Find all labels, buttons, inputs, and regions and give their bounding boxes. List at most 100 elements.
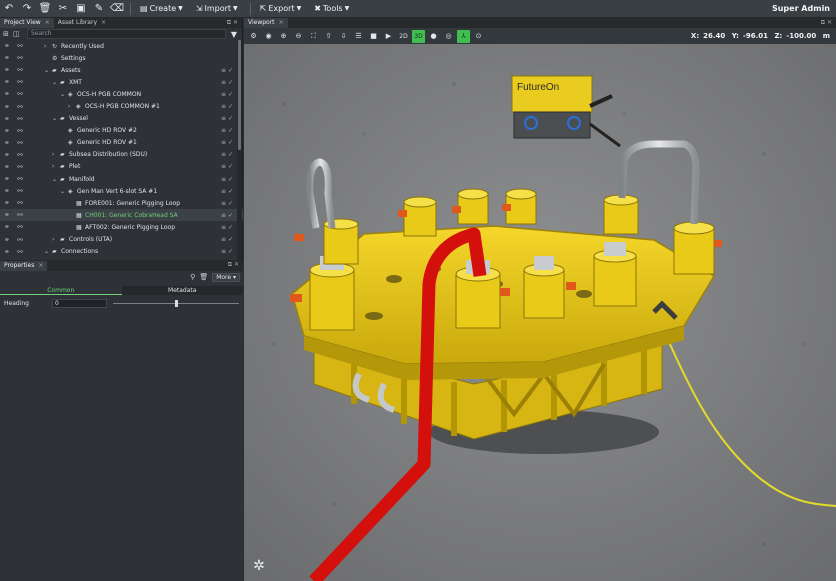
expand-icon[interactable]: ⌄ [44,67,52,74]
download-icon[interactable]: ⇩ [337,30,350,43]
visibility-icon[interactable]: ⚯ [17,248,25,256]
expand-icon[interactable]: › [68,103,76,110]
record-icon[interactable]: ⊙ [472,30,485,43]
tree-item[interactable]: ⚭ ⚯ ◈ Generic HD ROV #1 ≡ ✓ [0,137,243,149]
visibility-icon[interactable]: ⚯ [17,115,25,123]
visibility-icon[interactable]: ⚯ [17,211,25,219]
lock-icon[interactable]: ⚭ [4,199,12,207]
tree-item[interactable]: ⚭ ⚯ ⌄ ▰ Vessel ≡ ✓ [0,113,243,125]
item-flags-icon[interactable]: ≡ ✓ [221,236,233,243]
visibility-icon[interactable]: ⚯ [17,90,25,98]
tree-item[interactable]: ⚭ ⚯ ◈ Generic HD ROV #2 ≡ ✓ [0,125,243,137]
sun-icon[interactable]: ● [427,30,440,43]
tree-item[interactable]: ⚭ ⚯ ▦ CH001: Generic CobraHead SA ≡ ✓ [0,209,243,222]
mode-3d-button[interactable]: 3D [412,29,425,43]
expand-icon[interactable]: ⌄ [52,176,60,183]
tab-common[interactable]: Common [0,286,122,295]
pencil-icon[interactable]: ✎ [90,0,108,18]
close-icon[interactable]: × [279,18,284,28]
panel-window-buttons[interactable]: ⧉ ✕ [821,18,832,28]
tree-scrollbar[interactable] [237,40,242,262]
settings-icon[interactable]: ⚙ [247,30,260,43]
lock-icon[interactable]: ⚭ [4,90,12,98]
cut-icon[interactable]: ✂ [54,0,72,18]
tree-item[interactable]: ⚭ ⚯ › ▰ Controls (UTA) ≡ ✓ [0,234,243,246]
import-menu[interactable]: ⇲ Import ▼ [191,2,243,16]
camera-icon[interactable]: ◫ [13,30,23,38]
3d-scene[interactable]: FutureOn ✲ [244,44,836,581]
expand-icon[interactable]: ⌄ [52,79,60,86]
mode-2d-button[interactable]: 2D [397,30,410,43]
zoom-out-icon[interactable]: ⊖ [292,30,305,43]
visibility-icon[interactable]: ⚯ [17,139,25,147]
item-flags-icon[interactable]: ≡ ✓ [221,103,233,110]
item-flags-icon[interactable]: ≡ ✓ [221,212,233,219]
expand-icon[interactable]: › [52,236,60,243]
item-flags-icon[interactable]: ≡ ✓ [221,79,233,86]
tree-item[interactable]: ⚭ ⚯ ⚙ Settings [0,52,243,64]
measure-icon[interactable]: ⅄ [457,29,470,43]
visibility-icon[interactable]: ⚯ [17,127,25,135]
lock-icon[interactable]: ⚭ [4,223,12,231]
tree-item[interactable]: ⚭ ⚯ ▦ FORE001: Generic Pigging Loop ≡ ✓ [0,197,243,209]
expand-icon[interactable]: ⌄ [52,115,60,122]
visibility-icon[interactable]: ⚯ [17,175,25,183]
expand-icon[interactable]: › [52,163,60,170]
lock-icon[interactable]: ⚭ [4,78,12,86]
tree-item[interactable]: ⚭ ⚯ ⌄ ▰ Connections ≡ ✓ [0,246,243,258]
tree-item[interactable]: ⚭ ⚯ › ▰ Plet ≡ ✓ [0,161,243,173]
lock-icon[interactable]: ⚭ [4,151,12,159]
item-flags-icon[interactable]: ≡ ✓ [221,151,233,158]
lock-icon[interactable]: ⚭ [4,66,12,74]
item-flags-icon[interactable]: ≡ ✓ [221,115,233,122]
search-input[interactable]: Search [27,29,226,39]
lock-icon[interactable]: ⚭ [4,236,12,244]
visibility-icon[interactable]: ⚯ [17,199,25,207]
redo-icon[interactable]: ↷ [18,0,36,18]
user-menu[interactable]: Super Admin [772,0,830,18]
tools-menu[interactable]: ✖ Tools ▼ [309,2,354,16]
play-icon[interactable]: ▶ [382,30,395,43]
close-icon[interactable]: × [101,18,106,28]
upload-icon[interactable]: ⇧ [322,30,335,43]
heading-slider[interactable] [113,299,239,308]
compass-icon[interactable]: ✲ [250,557,268,575]
scene-canvas[interactable]: FutureOn [244,44,836,581]
item-flags-icon[interactable]: ≡ ✓ [221,91,233,98]
tab-viewport[interactable]: Viewport × [244,18,288,28]
item-flags-icon[interactable]: ≡ ✓ [221,224,233,231]
tree-item[interactable]: ⚭ ⚯ ⌄ ◈ OCS-H PGB COMMON ≡ ✓ [0,88,243,100]
lock-icon[interactable]: ⚭ [4,127,12,135]
item-flags-icon[interactable]: ≡ ✓ [221,127,233,134]
delete-icon[interactable]: 🗑 [36,0,54,18]
expand-icon[interactable]: › [52,151,60,158]
expand-icon[interactable]: ⌄ [44,248,52,255]
lock-icon[interactable]: ⚭ [4,115,12,123]
light-icon[interactable]: ◎ [442,30,455,43]
lock-icon[interactable]: ⚭ [4,163,12,171]
tab-properties[interactable]: Properties × [0,261,48,271]
lock-icon[interactable]: ⚭ [4,103,12,111]
close-icon[interactable]: × [45,18,50,28]
visibility-icon[interactable]: ⚯ [17,163,25,171]
pin-icon[interactable]: ⚲ [190,273,195,281]
zoom-in-icon[interactable]: ⊕ [277,30,290,43]
lock-icon[interactable]: ⚭ [4,248,12,256]
tree-item[interactable]: ⚭ ⚯ › ▰ Subsea Distribution (SDU) ≡ ✓ [0,149,243,161]
undo-icon[interactable]: ↶ [0,0,18,18]
lock-icon[interactable]: ⚭ [4,187,12,195]
heading-input[interactable]: 0 [52,298,107,308]
tree-view-icon[interactable]: ⊞ [3,30,13,38]
eraser-icon[interactable]: ⌫ [108,0,126,18]
tab-project-view[interactable]: Project View × [0,18,54,28]
lock-icon[interactable]: ⚭ [4,139,12,147]
more-button[interactable]: More ▾ [212,272,240,282]
scrollbar-thumb[interactable] [238,40,241,150]
tree-item[interactable]: ⚭ ⚯ ⌄ ▰ Assets ≡ ✓ [0,64,243,76]
panel-window-buttons[interactable]: ⧉ ✕ [227,18,238,28]
visibility-icon[interactable]: ⚯ [17,223,25,231]
tree-item[interactable]: ⚭ ⚯ ▦ AFT002: Generic Pigging Loop ≡ ✓ [0,221,243,233]
item-flags-icon[interactable]: ≡ ✓ [221,67,233,74]
filter-icon[interactable]: ▼ [229,30,239,39]
lock-icon[interactable]: ⚭ [4,42,12,50]
